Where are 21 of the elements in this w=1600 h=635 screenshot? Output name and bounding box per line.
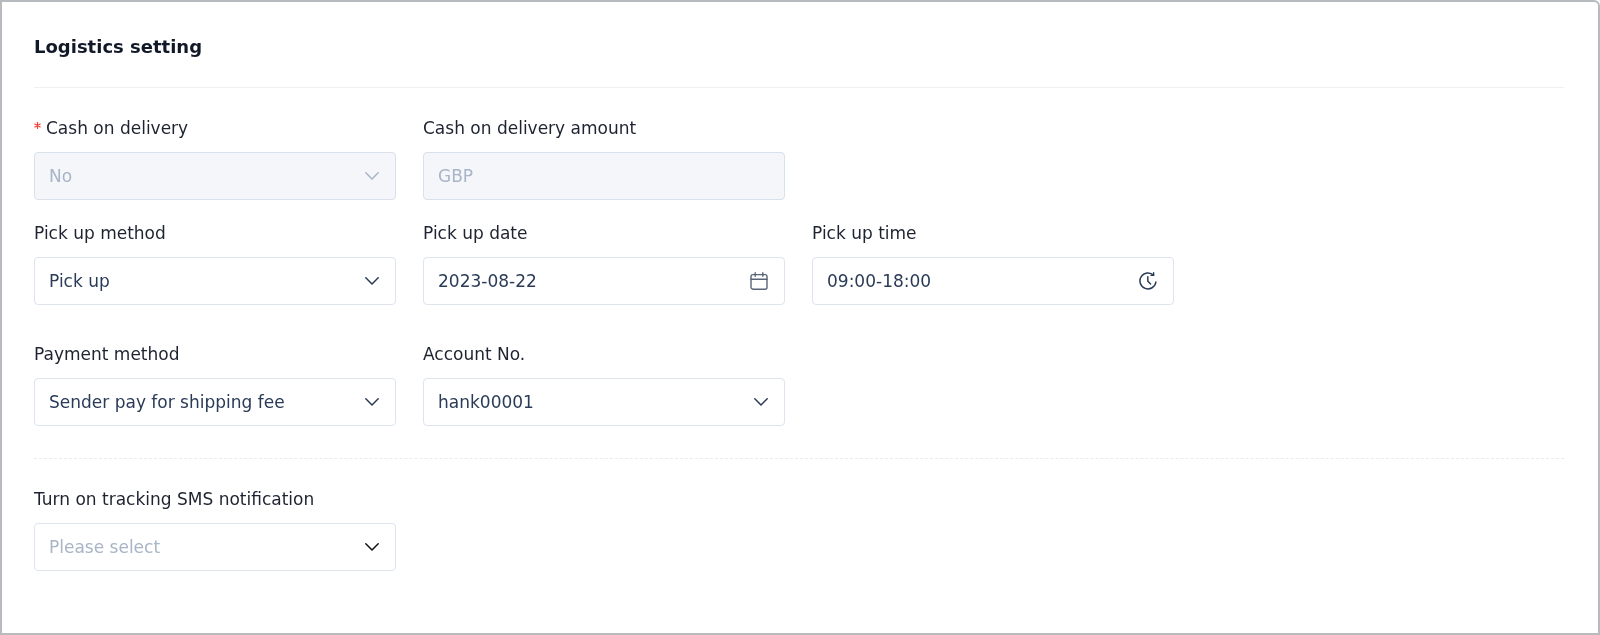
chevron-down-icon	[365, 398, 379, 406]
dropdown-field[interactable]: Sender pay for shipping fee	[34, 378, 396, 426]
field-label: Pick up method	[34, 222, 166, 244]
chevron-down-icon	[365, 277, 379, 285]
section-title: Logistics setting	[34, 35, 204, 59]
calendar-icon	[750, 272, 768, 290]
field-label: Cash on delivery	[46, 117, 189, 139]
field-label: Payment method	[34, 343, 180, 365]
field-label: Pick up time	[812, 222, 917, 244]
dropdown-field[interactable]: Pick up	[34, 257, 396, 305]
field-label: Account No.	[423, 343, 526, 365]
chevron-down-icon	[365, 543, 379, 551]
dropdown-field[interactable]: hank00001	[423, 378, 785, 426]
field-label: Turn on tracking SMS notification	[34, 488, 315, 510]
field-label: Pick up date	[423, 222, 528, 244]
chevron-down-icon	[365, 172, 379, 180]
time-field[interactable]: 09:00-18:00	[812, 257, 1174, 305]
chevron-down-icon	[754, 398, 768, 406]
date-field[interactable]: 2023-08-22	[423, 257, 785, 305]
clock-icon	[1139, 272, 1157, 290]
field-label: Cash on delivery amount	[423, 117, 637, 139]
